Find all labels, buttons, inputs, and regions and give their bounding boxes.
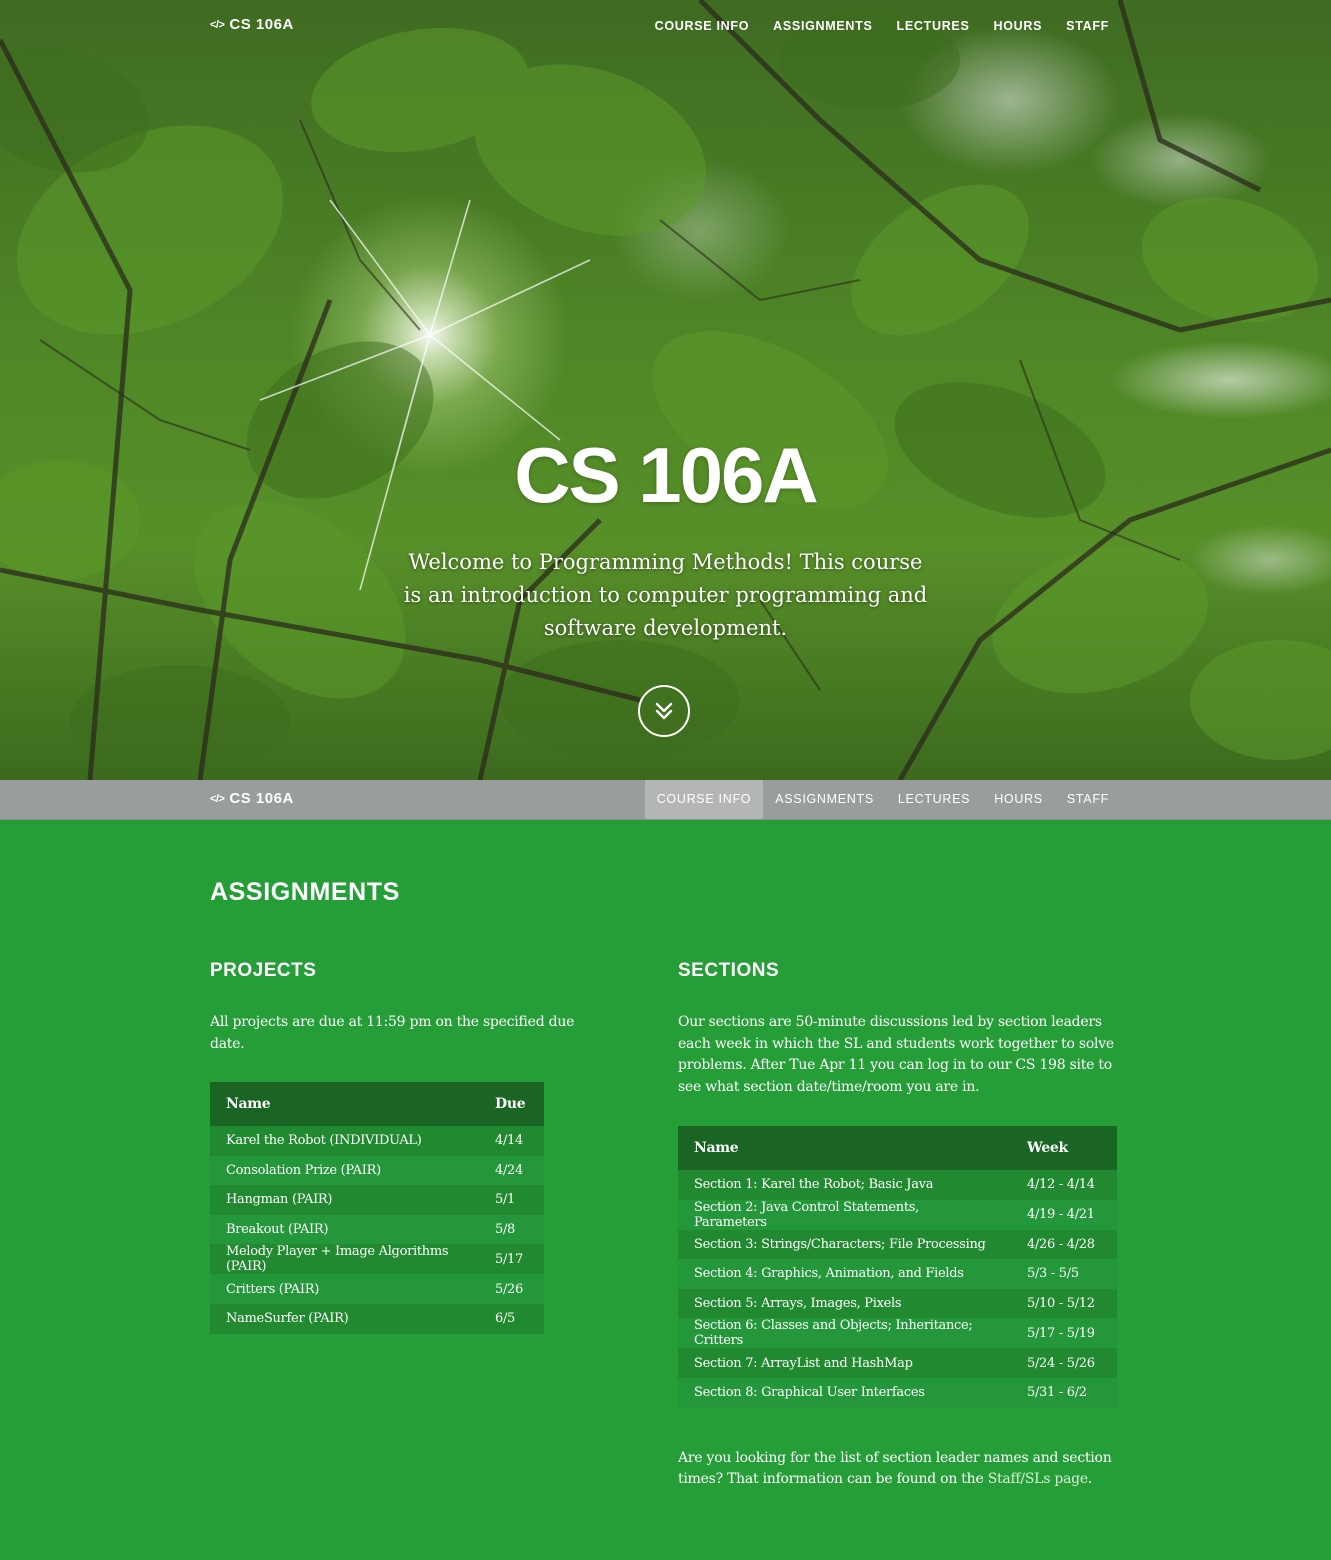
cell-name: Section 7: ArrayList and HashMap [694, 1355, 913, 1371]
sections-outro: Are you looking for the list of section … [678, 1448, 1128, 1491]
nav-staff[interactable]: STAFF [1054, 0, 1121, 52]
cell-name: Section 3: Strings/Characters; File Proc… [694, 1236, 986, 1252]
staff-sls-page-link[interactable]: Staff/SLs page [988, 1471, 1088, 1487]
top-navigation: </> CS 106A COURSE INFO ASSIGNMENTS LECT… [0, 0, 1331, 52]
projects-note: All projects are due at 11:59 pm on the … [210, 1014, 575, 1052]
cell-name: Section 5: Arrays, Images, Pixels [694, 1296, 902, 1312]
cell-name: Section 2: Java Control Statements, Para… [694, 1199, 919, 1230]
sections-table: Name Week Section 1: Karel the Robot; Ba… [678, 1126, 1117, 1408]
table-row: Melody Player + Image Algorithms (PAIR) 5… [210, 1244, 544, 1275]
cell-name: Melody Player + Image Algorithms (PAIR) [226, 1244, 449, 1275]
cell-name: Section 8: Graphical User Interfaces [694, 1385, 925, 1401]
column-header-name: Name [226, 1096, 271, 1112]
sticky-nav-hours[interactable]: HOURS [982, 780, 1055, 819]
table-row: Critters (PAIR) 5/26 [210, 1274, 544, 1304]
scroll-down-button[interactable] [638, 685, 690, 737]
cell-date: 4/14 [495, 1133, 523, 1149]
projects-column: PROJECTS All projects are due at 11:59 p… [210, 960, 590, 1334]
outro-end: . [1087, 1471, 1093, 1488]
cell-date: 5/24 - 5/26 [1027, 1355, 1095, 1371]
cell-date: 6/5 [495, 1311, 516, 1327]
table-row: Section 2: Java Control Statements, Para… [678, 1199, 1117, 1230]
hero-banner: </> CS 106A COURSE INFO ASSIGNMENTS LECT… [0, 0, 1331, 780]
cell-date: 4/24 [495, 1162, 523, 1178]
cell-date: 5/26 [495, 1281, 523, 1297]
cell-name: Section 4: Graphics, Animation, and Fiel… [694, 1266, 964, 1282]
nav-links: COURSE INFO ASSIGNMENTS LECTURES HOURS S… [643, 0, 1121, 52]
sticky-brand-name: CS 106A [229, 790, 294, 807]
table-row: Section 6: Classes and Objects; Inherita… [678, 1318, 1117, 1349]
table-row: Section 5: Arrays, Images, Pixels 5/10 - … [678, 1288, 1117, 1319]
leaf-canopy-background-image [0, 0, 1331, 780]
sections-heading: SECTIONS [678, 960, 780, 981]
sticky-nav-staff[interactable]: STAFF [1055, 780, 1121, 819]
sticky-nav-assignments[interactable]: ASSIGNMENTS [763, 780, 886, 819]
cell-date: 5/17 - 5/19 [1027, 1325, 1095, 1341]
column-header-name: Name [694, 1140, 739, 1156]
table-row: Section 3: Strings/Characters; File Proc… [678, 1229, 1117, 1260]
column-header-week: Week [1027, 1140, 1068, 1156]
table-row: Section 8: Graphical User Interfaces 5/31… [678, 1377, 1117, 1408]
hero-subtitle: Welcome to Programming Methods! This cou… [403, 550, 928, 640]
nav-course-info[interactable]: COURSE INFO [643, 0, 762, 52]
projects-heading: PROJECTS [210, 960, 317, 981]
table-row: Breakout (PAIR) 5/8 [210, 1214, 544, 1245]
sticky-brand-logo-link[interactable]: </> CS 106A [210, 790, 294, 807]
cell-name: Karel the Robot (INDIVIDUAL) [226, 1133, 422, 1149]
cell-date: 4/19 - 4/21 [1027, 1207, 1095, 1223]
nav-hours[interactable]: HOURS [982, 0, 1055, 52]
nav-lectures[interactable]: LECTURES [885, 0, 982, 52]
cell-date: 5/3 - 5/5 [1027, 1266, 1079, 1282]
nav-assignments[interactable]: ASSIGNMENTS [761, 0, 884, 52]
table-row: NameSurfer (PAIR) 6/5 [210, 1303, 544, 1334]
table-row: Consolation Prize (PAIR) 4/24 [210, 1155, 544, 1186]
cell-name: Critters (PAIR) [226, 1281, 319, 1297]
table-header-row: Name Due [210, 1082, 544, 1126]
table-row: Section 4: Graphics, Animation, and Fiel… [678, 1259, 1117, 1289]
cell-date: 5/1 [495, 1192, 516, 1208]
cell-date: 5/10 - 5/12 [1027, 1296, 1095, 1312]
code-icon: </> [210, 18, 225, 31]
cell-name: Consolation Prize (PAIR) [226, 1162, 381, 1178]
cell-name: Section 6: Classes and Objects; Inherita… [694, 1318, 973, 1349]
brand-name: CS 106A [229, 16, 294, 33]
cell-name: Section 1: Karel the Robot; Basic Java [694, 1177, 934, 1193]
sections-column: SECTIONS Our sections are 50-minute disc… [678, 960, 1128, 1491]
sections-intro: Our sections are 50-minute discussions l… [678, 1014, 1114, 1095]
table-row: Karel the Robot (INDIVIDUAL) 4/14 [210, 1126, 544, 1156]
cell-date: 4/26 - 4/28 [1027, 1236, 1095, 1252]
table-row: Section 7: ArrayList and HashMap 5/24 - 5… [678, 1348, 1117, 1378]
sticky-navigation-bar: </> CS 106A COURSE INFO ASSIGNMENTS LECT… [0, 780, 1331, 820]
column-header-due: Due [495, 1096, 526, 1112]
projects-table: Name Due Karel the Robot (INDIVIDUAL) 4/1… [210, 1082, 544, 1334]
cell-date: 5/17 [495, 1251, 523, 1267]
table-row: Hangman (PAIR) 5/1 [210, 1185, 544, 1215]
cell-name: Breakout (PAIR) [226, 1222, 329, 1238]
sticky-nav-lectures[interactable]: LECTURES [886, 780, 982, 819]
brand-logo-link[interactable]: </> CS 106A [210, 16, 294, 33]
double-chevron-down-icon [655, 702, 673, 720]
hero-title: CS 106A [514, 431, 819, 519]
sticky-nav-links: COURSE INFO ASSIGNMENTS LECTURES HOURS S… [644, 780, 1121, 819]
cell-date: 5/31 - 6/2 [1027, 1385, 1087, 1401]
assignments-section: ASSIGNMENTS PROJECTS All projects are du… [0, 820, 1331, 1560]
cell-name: Hangman (PAIR) [226, 1192, 333, 1208]
table-header-row: Name Week [678, 1126, 1117, 1170]
cell-date: 5/8 [495, 1222, 516, 1238]
table-row: Section 1: Karel the Robot; Basic Java 4/… [678, 1170, 1117, 1200]
code-icon: </> [210, 792, 225, 805]
cell-date: 4/12 - 4/14 [1027, 1177, 1095, 1193]
section-title: ASSIGNMENTS [210, 878, 400, 906]
cell-name: NameSurfer (PAIR) [226, 1311, 349, 1327]
sticky-nav-course-info[interactable]: COURSE INFO [644, 780, 764, 819]
